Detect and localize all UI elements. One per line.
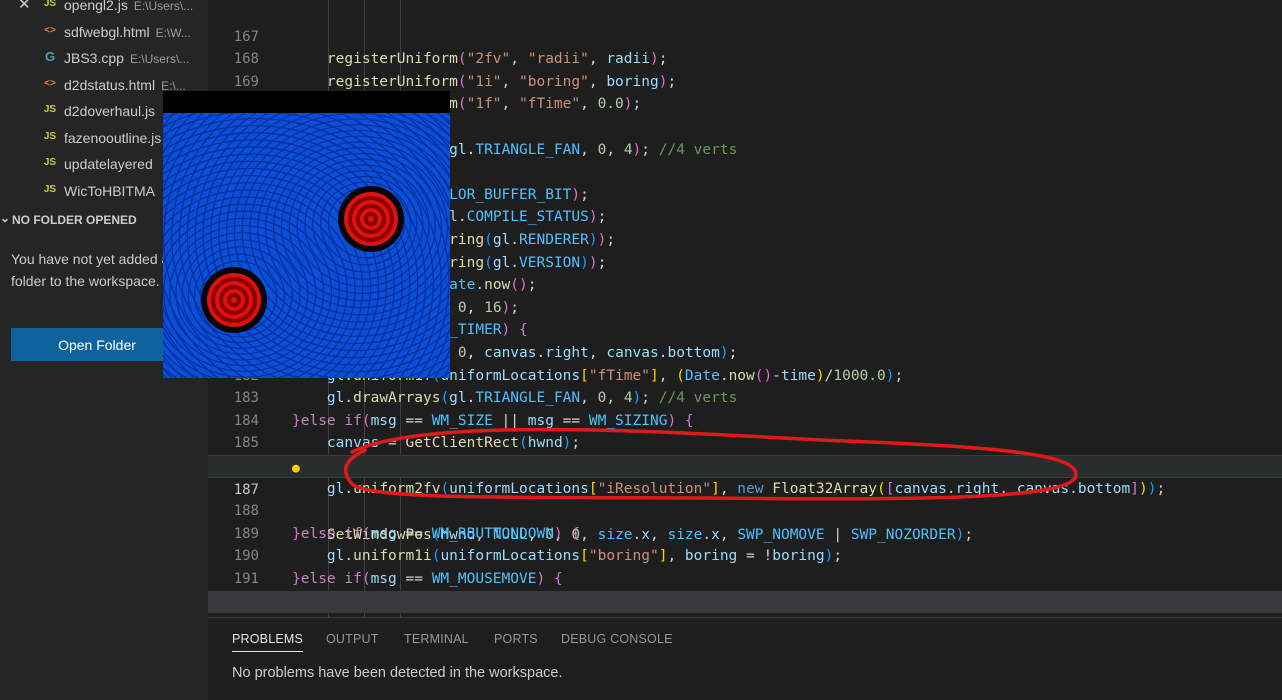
tab-debug-console[interactable]: DEBUG CONSOLE [561,632,673,646]
file-name: d2doverhaul.js [64,103,156,119]
open-editor-item[interactable]: ✕ JS opengl2.js E:\Users\... [0,0,208,20]
open-editor-item[interactable]: <> sdfwebgl.html E:\W... [0,21,208,47]
file-name: WicToHBITMA [64,182,155,199]
file-name: opengl2.js E:\Users\... [64,0,194,13]
code-line[interactable]: 190 }else if(msg == WM_MOUSEMOVE) { [208,523,1282,587]
open-folder-button[interactable]: Open Folder [11,328,183,361]
code-line[interactable]: 189 gl.uniform1i(uniformLocations["borin… [208,500,1282,565]
file-path: E:\Users\... [129,52,190,66]
file-path: E:\Users\... [133,0,194,13]
js-file-icon: JS [43,0,57,9]
file-path: E:\W... [155,25,191,40]
code-line[interactable]: 186 gl.uniform2fv(uniformLocations["iRes… [208,432,1282,497]
cpp-file-icon: G [44,49,56,64]
blob-ring [368,216,374,222]
close-icon[interactable]: ✕ [18,0,31,13]
code-line-active[interactable]: 187 ● SetWindowPos(hwnd, NULL, 0, 0, siz… [208,455,1282,543]
js-file-icon: JS [43,183,57,195]
tab-output[interactable]: OUTPUT [326,632,379,646]
tab-ports[interactable]: PORTS [494,632,538,646]
tab-terminal[interactable]: TERMINAL [404,632,469,646]
tab-problems[interactable]: PROBLEMS [232,632,304,652]
js-file-icon: JS [43,130,57,142]
code-line[interactable]: 168 registerUniform("1i", "boring", bori… [208,26,1282,90]
code-line[interactable]: 170 [208,71,1282,112]
bottom-panel: PROBLEMS OUTPUT TERMINAL PORTS DEBUG CON… [208,617,1282,700]
section-title: NO FOLDER OPENED [12,213,137,227]
code-line[interactable]: 192 const mouse = MAKEPOINTS(lp); [208,568,1282,617]
webgl-render-window[interactable] [163,91,450,378]
js-file-icon: JS [43,104,57,115]
code-line[interactable]: 185 const size = MAKEPOINTS(lp); [208,410,1282,474]
js-file-icon: JS [43,157,57,168]
problems-message: No problems have been detected in the wo… [232,665,563,681]
file-name: sdfwebgl.html E:\W... [64,23,191,40]
open-editor-item[interactable]: G JBS3.cpp E:\Users\... [0,47,208,73]
html-file-icon: <> [44,77,56,89]
code-line[interactable]: 169 registerUniform("1f", "fTime", 0.0); [208,48,1282,113]
file-name: fazenooutline.js [64,129,162,146]
chevron-down-icon: ⌄ [0,211,11,225]
file-name: updatelayered [64,156,153,172]
code-line[interactable]: 184 canvas = GetClientRect(hwnd); [208,387,1282,452]
sdf-render-image [163,113,450,378]
code-line[interactable]: 191 if((wp & MK_LBUTTON) == MK_LBUTTON) … [208,545,1282,610]
html-file-icon: <> [44,24,56,36]
code-line[interactable]: 188 }else if(msg == WM_RBUTTONDOWN) { [208,478,1282,542]
blob-ring [231,297,237,303]
code-line[interactable]: 167 registerUniform("2fv", "radii", radi… [208,3,1282,68]
file-name: JBS3.cpp E:\Users\... [64,50,190,66]
code-line[interactable]: 193 const coordinates = {x: mouse.x/canv… [208,590,1282,617]
